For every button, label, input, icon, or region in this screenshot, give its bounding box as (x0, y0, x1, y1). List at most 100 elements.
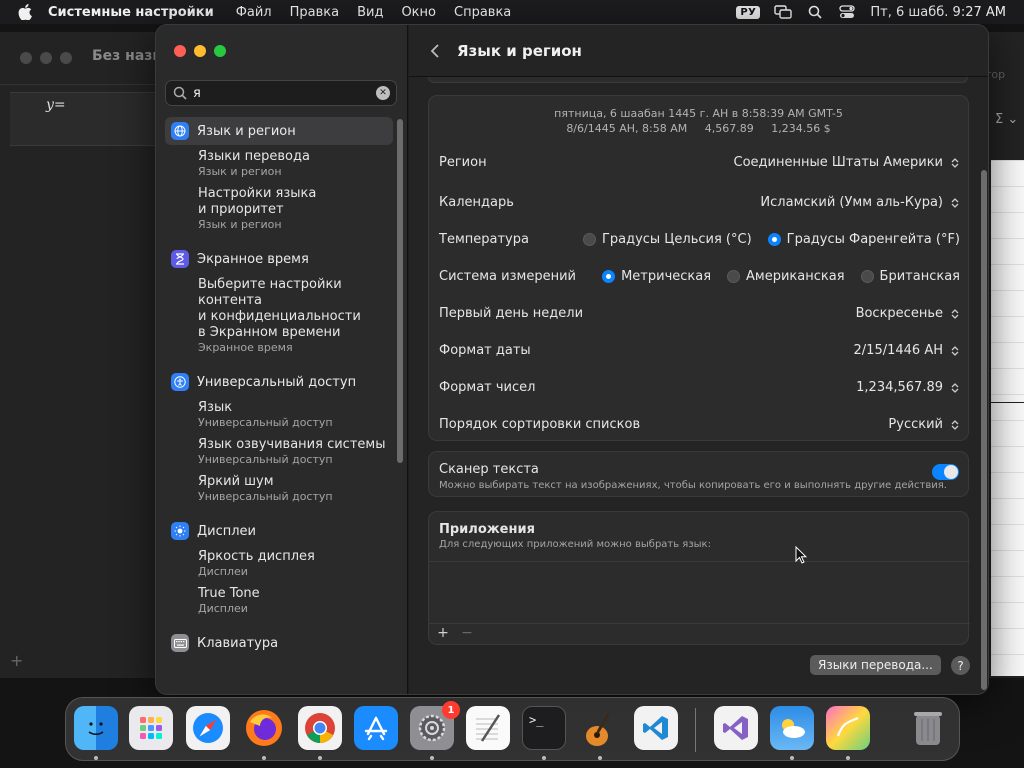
sidebar-item-label: Клавиатура (197, 635, 279, 651)
menu-bar: Системные настройки Файл Правка Вид Окно… (0, 0, 1024, 24)
temperature-celsius-radio[interactable]: Градусы Цельсия (°C) (582, 232, 752, 247)
spotlight-search-icon[interactable] (806, 5, 824, 19)
menu-edit[interactable]: Правка (290, 5, 339, 20)
sidebar-search[interactable]: ✕ (165, 80, 397, 106)
sidebar-item-accessibility[interactable]: Универсальный доступ (165, 368, 393, 396)
sort-order-row: Порядок сортировки списков Русский (429, 406, 970, 443)
traffic-lights (174, 45, 234, 57)
popup-arrows-icon (949, 306, 960, 322)
sidebar-subitem-display-brightness[interactable]: Яркость дисплея Дисплеи (165, 545, 393, 582)
sidebar-scrollbar[interactable] (397, 119, 403, 463)
sidebar-subitem-true-tone[interactable]: True Tone Дисплеи (165, 582, 393, 619)
minimize-window-button[interactable] (194, 45, 206, 57)
menu-view[interactable]: Вид (357, 5, 383, 20)
apple-icon[interactable] (18, 3, 36, 21)
sidebar-item-screen-time[interactable]: Экранное время (165, 245, 393, 273)
content-pane: Язык и регион пятница, 6 шаабан 1445 г. … (409, 25, 988, 694)
applications-subtitle: Для следующих приложений можно выбрать я… (439, 539, 711, 550)
graph-canvas[interactable] (991, 160, 1024, 676)
back-chevron-icon[interactable] (425, 41, 445, 61)
control-center-icon[interactable] (838, 5, 856, 19)
translation-languages-button[interactable]: Языки перевода... (810, 655, 941, 675)
notification-badge: 1 (442, 701, 460, 719)
region-format-card: пятница, 6 шаабан 1445 г. AH в 8:58:39 A… (428, 95, 969, 441)
terminal-icon[interactable]: >_ (522, 706, 566, 750)
menu-window[interactable]: Окно (401, 5, 436, 20)
sidebar-item-label: Дисплеи (197, 523, 257, 539)
add-app-button[interactable]: + (435, 625, 451, 643)
chrome-icon[interactable] (298, 706, 342, 750)
graph-icon[interactable] (826, 706, 870, 750)
garageband-icon[interactable] (578, 706, 622, 750)
text-scanner-toggle[interactable] (932, 464, 959, 480)
sidebar-subitem-system-voice[interactable]: Язык озвучивания системы Универсальный д… (165, 433, 393, 470)
region-popup[interactable]: Соединенные Штаты Америки (734, 155, 960, 171)
menu-file[interactable]: Файл (236, 5, 272, 20)
screen-mirroring-icon[interactable] (774, 5, 793, 19)
system-settings-window: ✕ Язык и регион Языки перевода Язык и ре… (155, 24, 989, 695)
popup-arrows-icon (949, 380, 960, 396)
graph-axis (991, 402, 1024, 403)
zoom-window-button[interactable] (214, 45, 226, 57)
format-preview-date: 8/6/1445 AH, 8:58 AM (566, 122, 688, 135)
clear-search-icon[interactable]: ✕ (376, 86, 390, 100)
text-scanner-title: Сканер текста (439, 462, 539, 477)
date-format-row: Формат даты 2/15/1446 AH (429, 332, 970, 369)
text-scanner-card: Сканер текста Можно выбирать текст на из… (428, 451, 969, 497)
measurement-metric-radio[interactable]: Метрическая (602, 269, 711, 284)
menu-clock[interactable]: Пт, 6 шабб. 9:27 AM (870, 5, 1006, 20)
help-button[interactable]: ? (951, 656, 970, 675)
applications-card: Приложения Для следующих приложений можн… (428, 511, 970, 645)
sort-order-popup[interactable]: Русский (888, 417, 960, 433)
weather-icon[interactable] (770, 706, 814, 750)
format-preview-number: 4,567.89 (704, 122, 754, 135)
content-scrollbar[interactable] (981, 170, 987, 690)
sidebar-subitem-content-privacy[interactable]: Выберите настройки контента и конфиденци… (165, 273, 393, 358)
search-input[interactable] (193, 85, 376, 101)
trash-icon[interactable] (906, 706, 950, 750)
measurement-us-radio[interactable]: Американская (727, 269, 845, 284)
measurement-uk-radio[interactable]: Британская (860, 269, 960, 284)
system-settings-icon[interactable]: 1 (410, 701, 460, 750)
sidebar-item-displays[interactable]: Дисплеи (165, 517, 393, 545)
content-header: Язык и регион (409, 25, 988, 77)
number-format-row: Формат чисел 1,234,567.89 (429, 369, 970, 406)
expression-row[interactable]: y= (10, 92, 160, 146)
sidebar-item-language-region[interactable]: Язык и регион (165, 117, 393, 145)
add-expression-icon[interactable]: + (10, 651, 23, 670)
first-day-popup[interactable]: Воскресенье (856, 306, 960, 322)
sidebar: ✕ Язык и регион Языки перевода Язык и ре… (156, 25, 408, 694)
accessibility-icon (171, 373, 189, 391)
sidebar-subitem-language-priority[interactable]: Настройки языка и приоритет Язык и регио… (165, 182, 393, 235)
app-store-icon[interactable] (354, 706, 398, 750)
first-day-row: Первый день недели Воскресенье (429, 295, 970, 332)
menu-help[interactable]: Справка (454, 5, 511, 20)
sidebar-subitem-translation-languages[interactable]: Языки перевода Язык и регион (165, 145, 393, 182)
number-format-popup[interactable]: 1,234,567.89 (856, 380, 960, 396)
background-window-title: Без назв (92, 48, 162, 64)
sidebar-subitem-accessibility-language[interactable]: Язык Универсальный доступ (165, 396, 393, 433)
format-preview-currency: 1,234.56 $ (771, 122, 831, 135)
sigma-menu-icon[interactable]: Σ ⌄ (995, 112, 1018, 127)
remove-app-button[interactable]: − (459, 625, 475, 643)
date-format-popup[interactable]: 2/15/1446 AH (854, 343, 960, 359)
textedit-icon[interactable] (466, 706, 510, 750)
mouse-cursor-icon (795, 545, 808, 564)
popup-arrows-icon (949, 195, 960, 211)
menu-app-name[interactable]: Системные настройки (48, 5, 214, 20)
input-source-badge[interactable]: РУ (736, 5, 761, 19)
vscode-icon[interactable] (634, 706, 678, 750)
hourglass-icon (171, 250, 189, 268)
close-window-button[interactable] (174, 45, 186, 57)
sidebar-item-keyboard[interactable]: Клавиатура (165, 629, 393, 657)
popup-arrows-icon (949, 155, 960, 171)
safari-icon[interactable] (186, 706, 230, 750)
firefox-icon[interactable] (242, 706, 286, 750)
temperature-fahrenheit-radio[interactable]: Градусы Фаренгейта (°F) (767, 232, 960, 247)
launchpad-icon[interactable] (129, 706, 173, 750)
sidebar-subitem-bright-noise[interactable]: Яркий шум Универсальный доступ (165, 470, 393, 507)
temperature-row: Температура Градусы Цельсия (°C) Градусы… (439, 232, 960, 247)
finder-icon[interactable] (74, 706, 118, 750)
visual-studio-icon[interactable] (714, 706, 758, 750)
calendar-popup[interactable]: Исламский (Умм аль-Кура) (760, 195, 960, 211)
